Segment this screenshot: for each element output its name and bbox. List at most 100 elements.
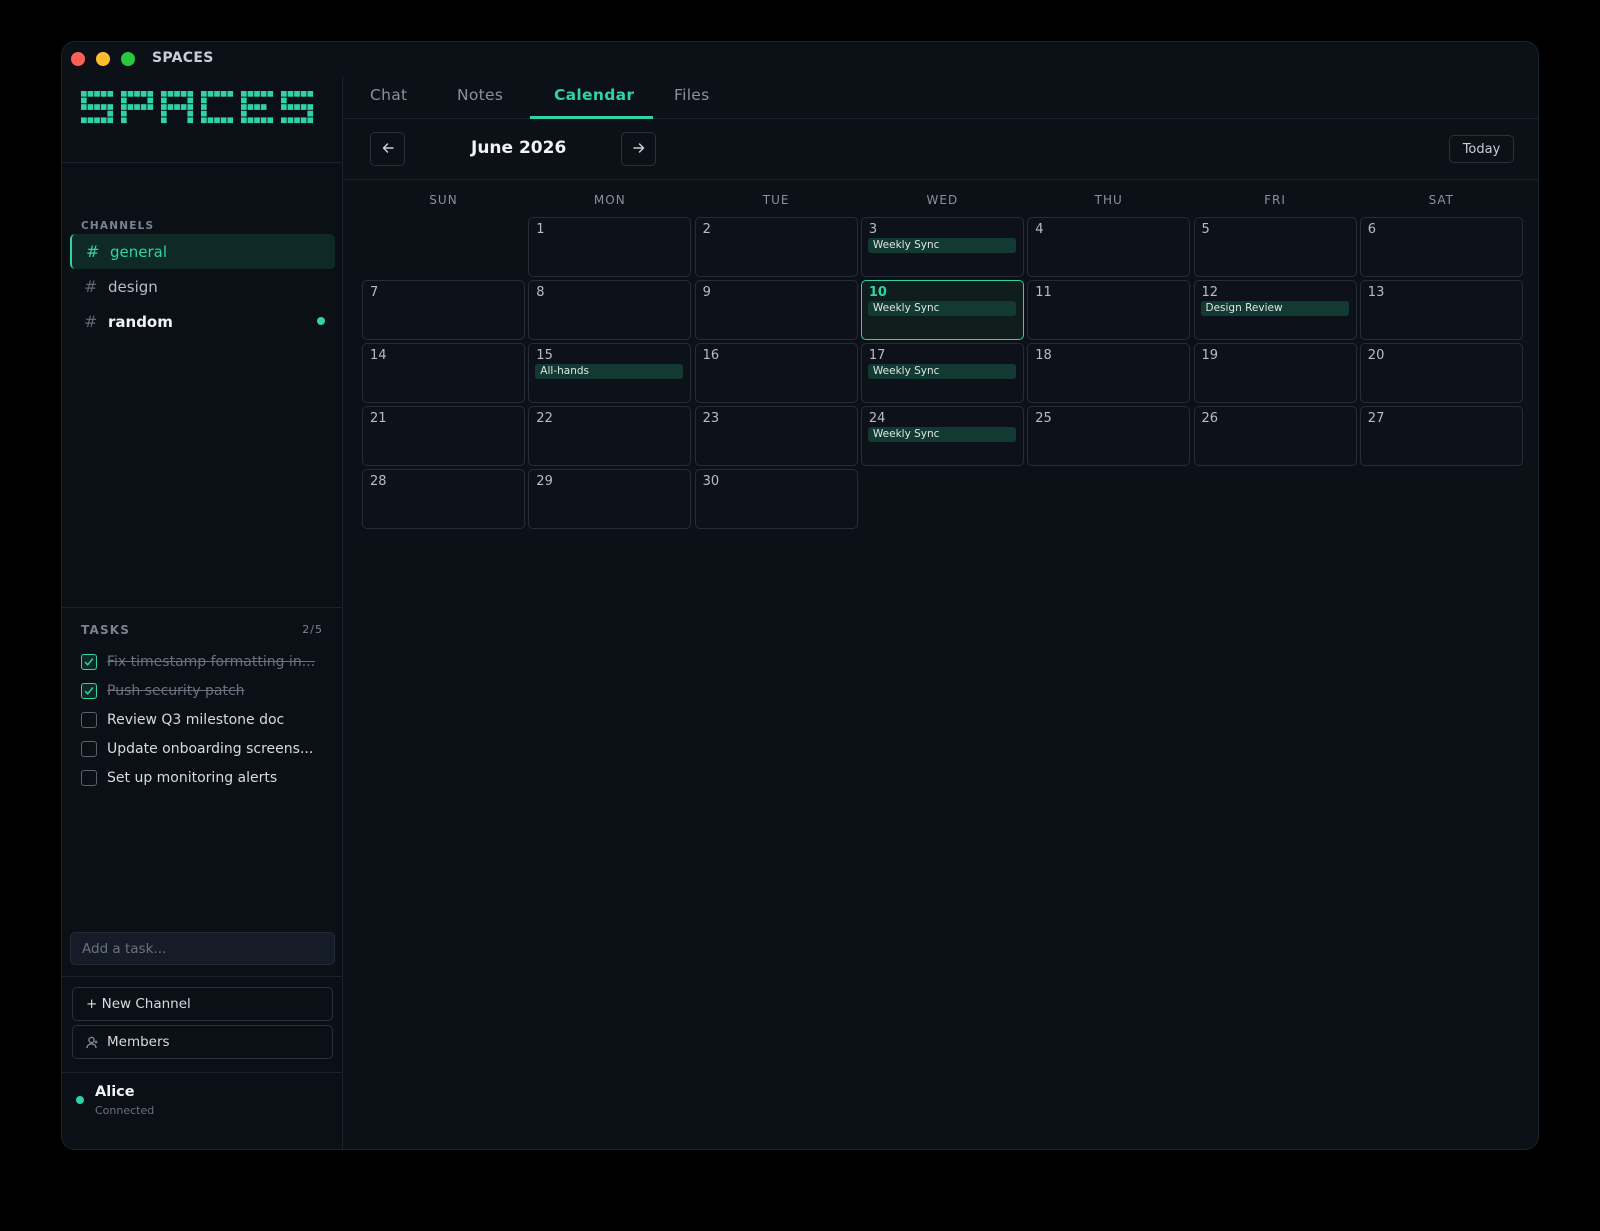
day-number: 14 <box>370 348 387 363</box>
weekday-label: THU <box>1094 193 1123 207</box>
tab-notes[interactable]: Notes <box>457 86 503 104</box>
maximize-window-button[interactable] <box>121 52 135 66</box>
task-checkbox[interactable] <box>81 712 97 728</box>
day-cell[interactable]: 15 All-hands <box>528 343 692 403</box>
day-cell[interactable]: 21 <box>362 406 525 466</box>
day-cell[interactable]: 22 <box>528 406 692 466</box>
day-cell[interactable]: 29 <box>528 469 692 529</box>
event-chip[interactable]: Design Review <box>1200 301 1349 316</box>
actions-divider <box>62 976 342 977</box>
prev-month-button[interactable] <box>370 132 405 166</box>
calendar-header: June 2026 Today <box>344 119 1538 180</box>
task-item[interactable]: Update onboarding screens... <box>81 738 331 760</box>
today-button[interactable]: Today <box>1449 135 1514 163</box>
event-chip[interactable]: Weekly Sync <box>867 427 1016 442</box>
day-cell[interactable]: 18 <box>1027 343 1191 403</box>
channel-item-design[interactable]: # design <box>70 269 335 304</box>
channel-item-random[interactable]: # random <box>70 304 335 339</box>
day-number: 20 <box>1367 348 1385 363</box>
day-cell[interactable]: 26 <box>1193 406 1357 466</box>
weekday-label: TUE <box>762 193 790 207</box>
day-cell[interactable]: 12 Design Review <box>1193 280 1357 340</box>
day-cell[interactable]: 30 <box>694 469 858 529</box>
task-checkbox[interactable] <box>81 770 97 786</box>
channel-item-general[interactable]: # general <box>70 234 335 269</box>
day-cell[interactable]: 19 <box>1193 343 1357 403</box>
hash-icon: # <box>84 312 98 331</box>
task-item[interactable]: Set up monitoring alerts <box>81 767 331 789</box>
day-cell[interactable]: 4 <box>1027 217 1191 277</box>
check-icon <box>84 658 94 666</box>
day-cell[interactable]: 20 <box>1359 343 1523 403</box>
next-month-button[interactable] <box>621 132 656 166</box>
day-number: 24 <box>868 411 886 426</box>
task-text: Fix timestamp formatting in... <box>107 654 316 670</box>
event-chip[interactable]: Weekly Sync <box>867 364 1016 379</box>
day-number: 8 <box>536 285 545 300</box>
day-cell[interactable]: 3 Weekly Sync <box>860 217 1024 277</box>
day-cell[interactable]: 14 <box>362 343 525 403</box>
day-number: 25 <box>1035 411 1052 426</box>
day-cell[interactable]: 25 <box>1027 406 1191 466</box>
day-cell[interactable]: 6 <box>1359 217 1523 277</box>
weekday-label: SUN <box>429 193 458 207</box>
task-checkbox[interactable] <box>81 683 97 699</box>
day-number: 19 <box>1201 348 1219 363</box>
add-task-input[interactable] <box>70 932 335 965</box>
day-cell[interactable]: 8 <box>528 280 692 340</box>
weekday-label: FRI <box>1264 193 1286 207</box>
day-number: 9 <box>702 285 711 300</box>
task-item[interactable]: Review Q3 milestone doc <box>81 709 331 731</box>
event-chip[interactable]: Weekly Sync <box>867 301 1016 316</box>
day-number: 29 <box>536 474 553 489</box>
tab-bar: Chat Notes Calendar Files <box>344 76 1538 119</box>
day-number: 21 <box>370 411 387 426</box>
members-label: Members <box>107 1034 170 1050</box>
new-channel-label: + New Channel <box>86 996 191 1012</box>
tab-files[interactable]: Files <box>674 86 710 104</box>
day-number: 15 <box>536 348 553 363</box>
day-cell[interactable]: 11 <box>1027 280 1191 340</box>
day-number: 1 <box>536 222 545 237</box>
day-number: 7 <box>370 285 379 300</box>
day-cell[interactable]: 2 <box>694 217 858 277</box>
tasks-label: TASKS <box>81 623 131 637</box>
task-checkbox[interactable] <box>81 741 97 757</box>
task-item[interactable]: Fix timestamp formatting in... <box>81 651 331 673</box>
close-window-button[interactable] <box>71 52 85 66</box>
day-cell[interactable]: 27 <box>1359 406 1523 466</box>
unread-indicator <box>317 317 325 325</box>
task-item[interactable]: Push security patch <box>81 680 331 702</box>
tab-chat[interactable]: Chat <box>370 86 407 104</box>
minimize-window-button[interactable] <box>96 52 110 66</box>
day-cell[interactable]: 1 <box>528 217 692 277</box>
day-number: 27 <box>1367 411 1385 426</box>
day-cell[interactable]: 16 <box>694 343 858 403</box>
tab-calendar[interactable]: Calendar <box>554 86 634 104</box>
day-cell[interactable]: 23 <box>694 406 858 466</box>
day-cell[interactable]: 24 Weekly Sync <box>860 406 1024 466</box>
day-cell[interactable]: 7 <box>362 280 525 340</box>
day-number: 11 <box>1035 285 1052 300</box>
event-chip[interactable]: Weekly Sync <box>867 238 1016 253</box>
members-button[interactable]: Members <box>72 1025 333 1059</box>
day-cell[interactable]: 5 <box>1193 217 1357 277</box>
weekday-label: WED <box>926 193 959 207</box>
channel-name: general <box>110 242 168 261</box>
day-cell[interactable]: 28 <box>362 469 525 529</box>
day-cell[interactable]: 9 <box>694 280 858 340</box>
event-chip[interactable]: All-hands <box>535 364 684 379</box>
hash-icon: # <box>86 242 100 261</box>
new-channel-button[interactable]: + New Channel <box>72 987 333 1021</box>
channel-name: design <box>108 277 158 296</box>
day-cell[interactable]: 10 Weekly Sync <box>860 280 1024 340</box>
day-cell[interactable]: 17 Weekly Sync <box>860 343 1024 403</box>
month-title: June 2026 <box>471 138 567 158</box>
day-number: 30 <box>702 474 720 489</box>
day-number: 3 <box>868 222 878 237</box>
task-checkbox[interactable] <box>81 654 97 670</box>
day-number: 2 <box>702 222 711 237</box>
weekday-label: MON <box>593 193 626 207</box>
day-cell[interactable]: 13 <box>1359 280 1523 340</box>
day-number: 28 <box>370 474 387 489</box>
